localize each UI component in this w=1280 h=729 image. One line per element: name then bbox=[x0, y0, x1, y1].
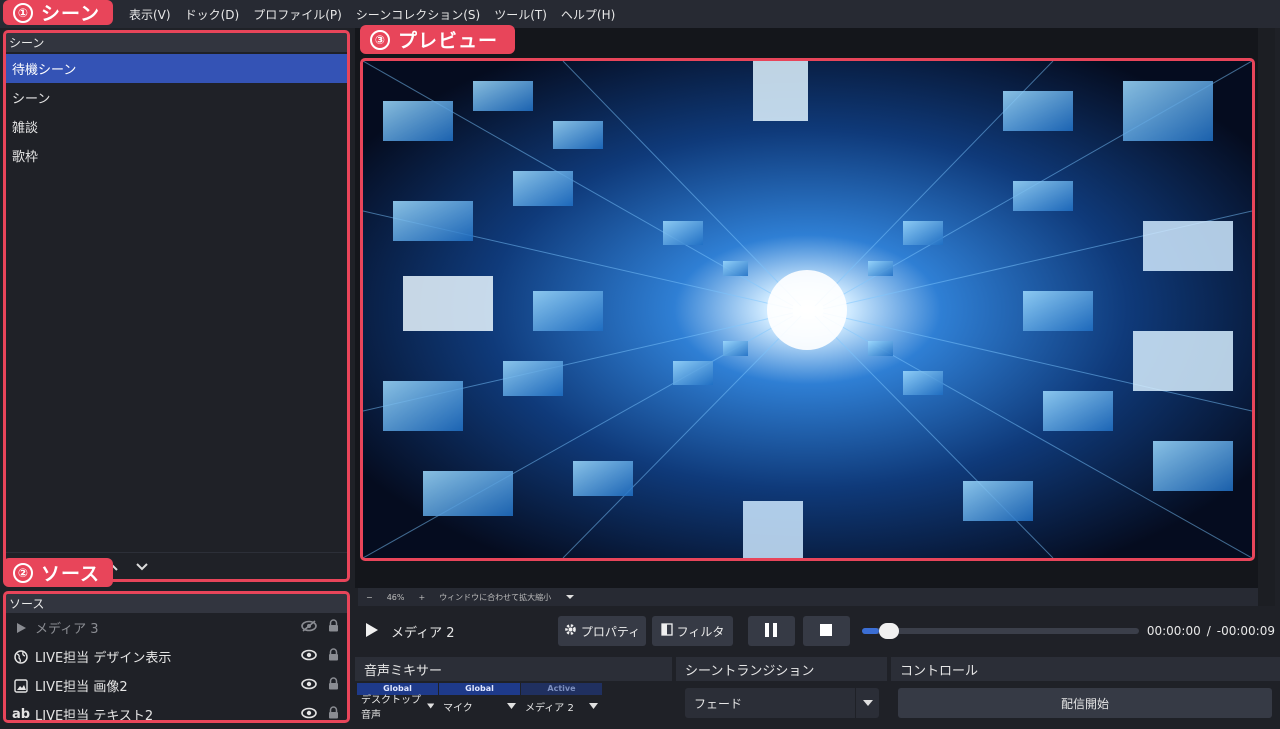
scene-item[interactable]: 雑談 bbox=[5, 112, 348, 141]
mixer-channel: Global マイク bbox=[439, 683, 520, 717]
controls-dock: コントロール 配信開始 bbox=[891, 657, 1280, 720]
eye-icon[interactable] bbox=[300, 678, 318, 694]
media-timeline[interactable] bbox=[861, 623, 1139, 639]
channel-select[interactable]: メディア 2 bbox=[521, 695, 602, 717]
menu-scene-collection[interactable]: シーンコレクション(S) bbox=[349, 6, 487, 23]
filter-button[interactable]: フィルタ bbox=[652, 616, 733, 646]
callout-number: ① bbox=[13, 2, 33, 23]
zoom-fit-label[interactable]: ウィンドウに合わせて拡大縮小 bbox=[439, 592, 551, 603]
channel-scope: Global bbox=[439, 683, 520, 695]
chevron-down-icon bbox=[426, 703, 434, 709]
source-dock-title: ソース bbox=[5, 593, 348, 613]
callout-preview: ③ プレビュー bbox=[360, 25, 515, 54]
menu-profile[interactable]: プロファイル(P) bbox=[246, 6, 349, 23]
source-label: メディア 3 bbox=[35, 622, 99, 637]
audio-mixer-dock: 音声ミキサー Global デスクトップ音声 Global マイク Active… bbox=[355, 657, 672, 721]
properties-button[interactable]: プロパティ bbox=[557, 616, 647, 646]
lock-icon[interactable] bbox=[326, 648, 340, 665]
mixer-channel: Global デスクトップ音声 bbox=[357, 683, 438, 721]
play-icon[interactable] bbox=[365, 622, 379, 641]
image-icon bbox=[13, 678, 29, 694]
hidden-eye-icon[interactable] bbox=[300, 619, 318, 636]
callout-label: シーン bbox=[41, 3, 101, 25]
callout-scene: ① シーン bbox=[3, 0, 113, 25]
source-dock: ソース メディア 3 LIVE担当 デザイン表示 LIVE担当 画像2 ab L… bbox=[5, 593, 348, 724]
eye-icon[interactable] bbox=[300, 649, 318, 665]
scene-item[interactable]: 歌枠 bbox=[5, 141, 348, 170]
scene-item[interactable]: 待機シーン bbox=[5, 54, 348, 83]
channel-label: マイク bbox=[443, 702, 473, 714]
zoom-level: 46% bbox=[386, 592, 405, 602]
stop-button[interactable] bbox=[802, 616, 850, 646]
preview-scrollbar[interactable] bbox=[1258, 28, 1275, 606]
stop-icon bbox=[819, 623, 833, 640]
gear-icon bbox=[564, 623, 577, 639]
menu-tools[interactable]: ツール(T) bbox=[487, 6, 554, 23]
menu-dock[interactable]: ドック(D) bbox=[178, 6, 247, 23]
menu-bar: 表示(V) ドック(D) プロファイル(P) シーンコレクション(S) ツール(… bbox=[0, 0, 1280, 28]
source-item[interactable]: メディア 3 bbox=[5, 613, 348, 642]
transition-value: フェード bbox=[694, 696, 743, 711]
menu-help[interactable]: ヘルプ(H) bbox=[554, 6, 622, 23]
lock-icon[interactable] bbox=[326, 706, 340, 723]
mixer-channels: Global デスクトップ音声 Global マイク Active メディア 2 bbox=[355, 683, 672, 721]
properties-label: プロパティ bbox=[580, 624, 641, 639]
filter-label: フィルタ bbox=[676, 624, 725, 639]
preview-zoom-bar: − 46% + ウィンドウに合わせて拡大縮小 bbox=[358, 588, 1258, 606]
globe-icon bbox=[13, 649, 29, 665]
callout-number: ③ bbox=[370, 29, 390, 50]
time-separator: / bbox=[1206, 624, 1211, 638]
zoom-in-button[interactable]: + bbox=[418, 593, 425, 602]
channel-select[interactable]: マイク bbox=[439, 695, 520, 717]
chevron-down-icon bbox=[589, 703, 598, 709]
menu-view[interactable]: 表示(V) bbox=[122, 6, 178, 23]
scene-transition-dock: シーントランジション フェード bbox=[676, 657, 887, 720]
preview-canvas[interactable] bbox=[363, 61, 1252, 558]
media-play-icon bbox=[13, 620, 29, 636]
channel-label: メディア 2 bbox=[525, 702, 574, 714]
callout-source: ② ソース bbox=[3, 558, 113, 587]
scene-transition-title: シーントランジション bbox=[676, 657, 887, 681]
scene-dock-title: シーン bbox=[5, 32, 348, 52]
source-item[interactable]: LIVE担当 デザイン表示 bbox=[5, 642, 348, 671]
callout-label: ソース bbox=[41, 563, 101, 585]
channel-label: デスクトップ音声 bbox=[361, 695, 421, 721]
controls-title: コントロール bbox=[891, 657, 1280, 681]
source-label: LIVE担当 画像2 bbox=[35, 680, 128, 695]
move-down-icon[interactable] bbox=[135, 558, 149, 576]
zoom-out-button[interactable]: − bbox=[366, 593, 373, 602]
channel-scope: Active bbox=[521, 683, 602, 695]
timeline-knob[interactable] bbox=[878, 623, 899, 639]
time-remaining: -00:00:09 bbox=[1216, 624, 1275, 638]
transition-select[interactable]: フェード bbox=[685, 688, 879, 718]
scene-item[interactable]: シーン bbox=[5, 83, 348, 112]
chevron-down-icon[interactable] bbox=[565, 593, 575, 602]
mixer-channel: Active メディア 2 bbox=[521, 683, 602, 717]
lock-icon[interactable] bbox=[326, 619, 340, 636]
scene-dock: シーン 待機シーン シーン 雑談 歌枠 bbox=[5, 32, 348, 580]
lock-icon[interactable] bbox=[326, 677, 340, 694]
media-name: メディア 2 bbox=[391, 625, 455, 641]
pause-icon bbox=[764, 622, 778, 641]
text-icon: ab bbox=[11, 707, 31, 722]
eye-icon[interactable] bbox=[300, 707, 318, 723]
chevron-down-icon bbox=[855, 688, 879, 718]
start-streaming-button[interactable]: 配信開始 bbox=[898, 688, 1272, 718]
channel-select[interactable]: デスクトップ音声 bbox=[357, 695, 438, 721]
pause-button[interactable] bbox=[747, 616, 795, 646]
audio-mixer-title: 音声ミキサー bbox=[355, 657, 672, 681]
media-controls: メディア 2 プロパティ フィルタ 00:00:00 / -00:00:09 bbox=[355, 608, 1275, 654]
tunnel-image bbox=[363, 61, 1252, 558]
callout-label: プレビュー bbox=[398, 30, 499, 52]
timeline-progress bbox=[861, 628, 879, 634]
time-current: 00:00:00 bbox=[1146, 624, 1201, 638]
source-label: LIVE担当 テキスト2 bbox=[35, 709, 154, 724]
source-item[interactable]: ab LIVE担当 テキスト2 bbox=[5, 700, 348, 729]
source-label: LIVE担当 デザイン表示 bbox=[35, 651, 172, 666]
source-item[interactable]: LIVE担当 画像2 bbox=[5, 671, 348, 700]
filter-icon bbox=[660, 623, 673, 639]
chevron-down-icon bbox=[507, 703, 516, 709]
scene-list: 待機シーン シーン 雑談 歌枠 bbox=[5, 52, 348, 170]
callout-number: ② bbox=[13, 562, 33, 583]
